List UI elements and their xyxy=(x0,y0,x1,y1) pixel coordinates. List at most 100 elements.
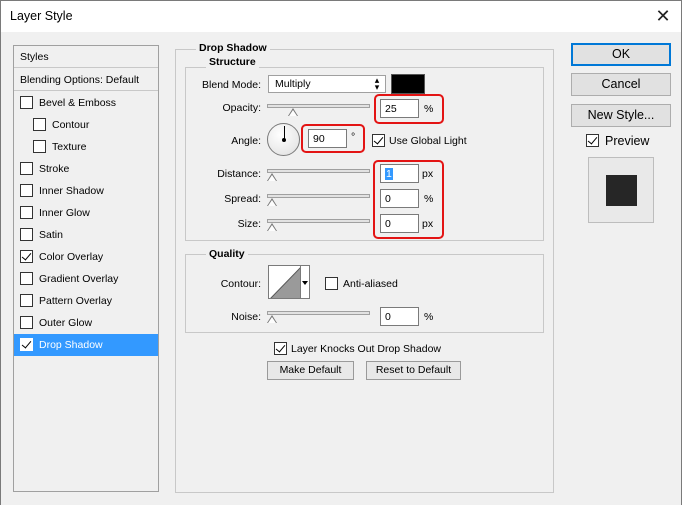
style-item-checkbox[interactable] xyxy=(20,338,33,351)
style-item-texture[interactable]: Texture xyxy=(14,136,158,158)
blending-options-label: Blending Options: Default xyxy=(20,74,140,86)
anti-aliased-checkbox[interactable] xyxy=(325,277,338,290)
preview-checkbox[interactable] xyxy=(586,134,599,147)
title-bar: Layer Style ✕ xyxy=(1,1,681,32)
style-item-inner-shadow[interactable]: Inner Shadow xyxy=(14,180,158,202)
angle-label: Angle: xyxy=(231,135,261,147)
preview-thumbnail xyxy=(588,157,654,223)
size-slider-track[interactable] xyxy=(267,219,370,223)
style-item-stroke[interactable]: Stroke xyxy=(14,158,158,180)
angle-value: 90 xyxy=(313,133,325,145)
drop-shadow-title: Drop Shadow xyxy=(196,42,270,54)
style-item-label: Pattern Overlay xyxy=(39,295,112,307)
style-item-color-overlay[interactable]: Color Overlay xyxy=(14,246,158,268)
style-item-label: Outer Glow xyxy=(39,317,93,329)
close-icon[interactable]: ✕ xyxy=(655,6,671,26)
style-item-label: Texture xyxy=(52,141,87,153)
noise-value: 0 xyxy=(385,311,391,323)
style-item-pattern-overlay[interactable]: Pattern Overlay xyxy=(14,290,158,312)
style-item-checkbox[interactable] xyxy=(20,228,33,241)
spread-input[interactable]: 0 xyxy=(380,189,419,208)
blending-options-item[interactable]: Blending Options: Default xyxy=(14,69,158,91)
distance-value: 1 xyxy=(385,168,393,180)
reset-to-default-button[interactable]: Reset to Default xyxy=(366,361,461,380)
style-item-label: Gradient Overlay xyxy=(39,273,119,285)
distance-input[interactable]: 1 xyxy=(380,164,419,183)
style-item-gradient-overlay[interactable]: Gradient Overlay xyxy=(14,268,158,290)
cancel-button[interactable]: Cancel xyxy=(571,73,671,96)
layer-style-dialog: Layer Style ✕ Styles Blending Options: D… xyxy=(0,0,682,505)
style-item-label: Bevel & Emboss xyxy=(39,97,117,109)
distance-slider-track[interactable] xyxy=(267,169,370,173)
opacity-slider-track[interactable] xyxy=(267,104,370,108)
contour-preview[interactable] xyxy=(268,265,301,299)
new-style-button[interactable]: New Style... xyxy=(571,104,671,127)
contour-label: Contour: xyxy=(220,278,261,290)
style-item-label: Stroke xyxy=(39,163,70,175)
linear-contour-icon xyxy=(270,267,300,298)
contour-dropdown-arrow-icon[interactable] xyxy=(301,265,310,299)
angle-input[interactable]: 90 xyxy=(308,129,347,148)
style-item-checkbox[interactable] xyxy=(20,294,33,307)
anti-aliased-label: Anti-aliased xyxy=(343,278,398,290)
styles-list: Styles Blending Options: Default Bevel &… xyxy=(13,45,159,492)
style-item-contour[interactable]: Contour xyxy=(14,114,158,136)
style-item-satin[interactable]: Satin xyxy=(14,224,158,246)
shadow-color-swatch[interactable] xyxy=(391,74,425,94)
use-global-light-checkbox[interactable] xyxy=(372,134,385,147)
use-global-light-label: Use Global Light xyxy=(389,135,467,147)
preview-label: Preview xyxy=(605,134,650,148)
blend-mode-label: Blend Mode: xyxy=(202,79,261,91)
style-item-checkbox[interactable] xyxy=(20,316,33,329)
styles-header[interactable]: Styles xyxy=(14,46,158,68)
angle-dial[interactable] xyxy=(267,123,300,156)
style-item-checkbox[interactable] xyxy=(20,250,33,263)
structure-title: Structure xyxy=(206,56,259,68)
style-item-checkbox[interactable] xyxy=(33,140,46,153)
style-item-label: Color Overlay xyxy=(39,251,104,263)
noise-slider-thumb[interactable] xyxy=(267,315,277,324)
size-input[interactable]: 0 xyxy=(380,214,419,233)
style-item-drop-shadow[interactable]: Drop Shadow xyxy=(14,334,158,356)
size-value: 0 xyxy=(385,218,391,230)
style-item-label: Satin xyxy=(39,229,63,241)
style-item-label: Drop Shadow xyxy=(39,339,103,351)
style-item-checkbox[interactable] xyxy=(20,272,33,285)
layer-knocks-out-checkbox[interactable] xyxy=(274,342,287,355)
blend-mode-value: Multiply xyxy=(275,78,311,90)
noise-slider-track[interactable] xyxy=(267,311,370,315)
spread-slider-track[interactable] xyxy=(267,194,370,198)
quality-title: Quality xyxy=(206,248,248,260)
style-item-checkbox[interactable] xyxy=(20,184,33,197)
layer-knocks-out-label: Layer Knocks Out Drop Shadow xyxy=(291,343,441,355)
dialog-body: Styles Blending Options: Default Bevel &… xyxy=(1,32,681,505)
style-item-checkbox[interactable] xyxy=(20,206,33,219)
spread-slider-thumb[interactable] xyxy=(267,198,277,207)
spread-value: 0 xyxy=(385,193,391,205)
size-unit: px xyxy=(422,218,434,230)
style-item-checkbox[interactable] xyxy=(20,96,33,109)
opacity-slider-thumb[interactable] xyxy=(287,108,298,117)
style-item-label: Inner Shadow xyxy=(39,185,104,197)
window-title: Layer Style xyxy=(10,9,73,23)
style-item-outer-glow[interactable]: Outer Glow xyxy=(14,312,158,334)
spread-unit: % xyxy=(424,193,434,205)
opacity-label: Opacity: xyxy=(222,102,261,114)
style-item-inner-glow[interactable]: Inner Glow xyxy=(14,202,158,224)
distance-label: Distance: xyxy=(217,168,261,180)
ok-button[interactable]: OK xyxy=(571,43,671,66)
noise-input[interactable]: 0 xyxy=(380,307,419,326)
style-item-checkbox[interactable] xyxy=(33,118,46,131)
style-item-bevel-and-emboss[interactable]: Bevel & Emboss xyxy=(14,92,158,114)
angle-dial-center-icon xyxy=(282,138,286,142)
updown-arrows-icon: ▴ ▾ xyxy=(374,75,380,92)
opacity-input[interactable]: 25 xyxy=(380,99,419,118)
size-slider-thumb[interactable] xyxy=(267,223,277,232)
noise-unit: % xyxy=(424,311,434,323)
blend-mode-select[interactable]: Multiply ▴ ▾ xyxy=(268,75,386,93)
noise-label: Noise: xyxy=(231,311,261,323)
distance-slider-thumb[interactable] xyxy=(267,173,277,182)
make-default-button[interactable]: Make Default xyxy=(267,361,354,380)
spread-label: Spread: xyxy=(224,193,261,205)
style-item-checkbox[interactable] xyxy=(20,162,33,175)
